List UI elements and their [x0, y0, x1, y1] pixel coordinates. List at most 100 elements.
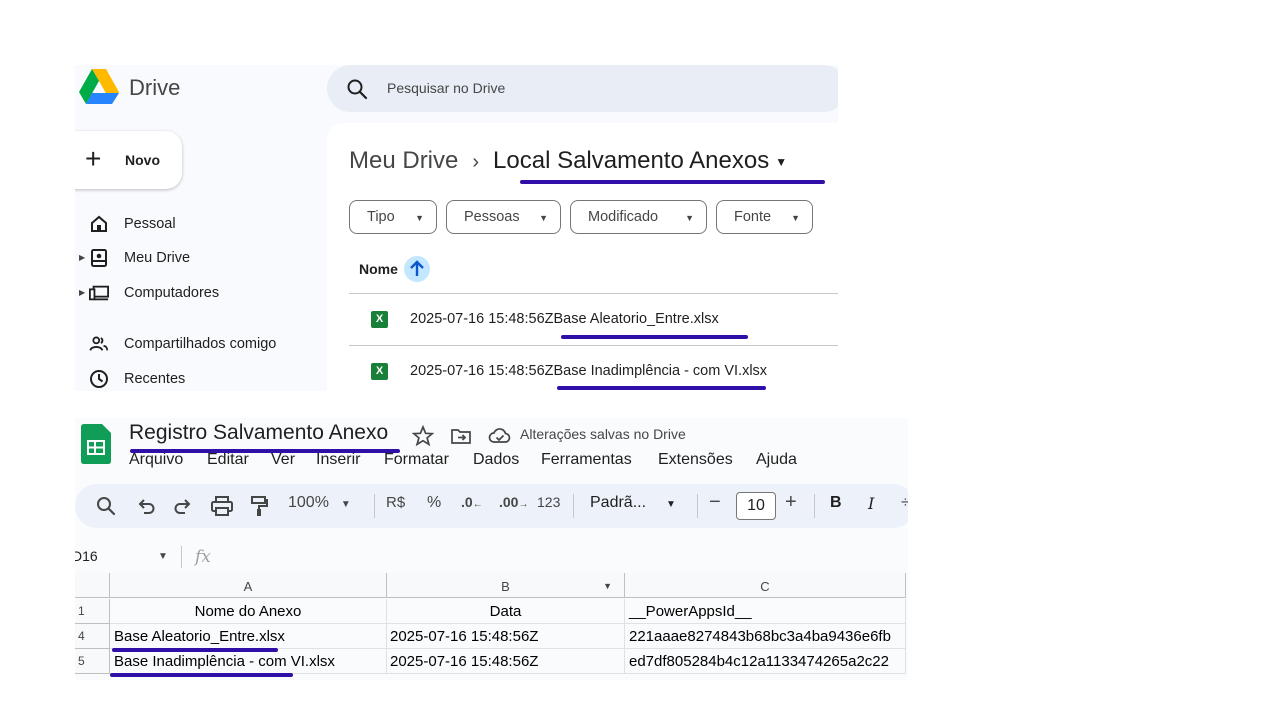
filter-chip-modificado[interactable]: Modificado ▼ [570, 200, 707, 234]
filter-dropdown-icon[interactable]: ▼ [603, 581, 612, 591]
table-cell[interactable]: Base Aleatorio_Entre.xlsx [110, 624, 387, 649]
search-menus-icon[interactable] [95, 494, 117, 518]
new-button[interactable]: + Novo [75, 131, 182, 189]
search-bar[interactable]: Pesquisar no Drive [327, 65, 838, 112]
italic-button[interactable]: I [868, 494, 874, 518]
format-currency-button[interactable]: R$ [386, 494, 405, 518]
sidebar-item-meu-drive[interactable]: ▶ Meu Drive [75, 245, 325, 273]
column-header-c[interactable]: C [625, 573, 906, 598]
name-box[interactable]: D16 [75, 548, 98, 564]
excel-icon: X [371, 363, 388, 380]
menu-ferramentas[interactable]: Ferramentas [541, 451, 632, 469]
number-format-button[interactable]: 123 [537, 494, 560, 518]
toolbar-divider [814, 494, 815, 518]
menu-formatar[interactable]: Formatar [384, 451, 449, 469]
name-column-header[interactable]: Nome [359, 261, 398, 277]
star-icon[interactable] [412, 425, 434, 447]
row-header[interactable]: 1 [75, 599, 110, 624]
sidebar-item-pessoal[interactable]: Pessoal [75, 211, 325, 239]
chevron-down-icon[interactable]: ▼ [158, 551, 168, 562]
toolbar-divider [573, 494, 574, 518]
new-button-label: Novo [125, 152, 160, 168]
table-cell[interactable]: Nome do Anexo [110, 599, 387, 624]
table-cell[interactable]: 221aaae8274843b68bc3a4ba9436e6fb [625, 624, 906, 649]
people-icon [89, 336, 109, 351]
filter-chip-pessoas[interactable]: Pessoas ▼ [446, 200, 561, 234]
menu-ajuda[interactable]: Ajuda [756, 451, 797, 469]
highlight-underline [520, 180, 825, 184]
zoom-value: 100% [288, 494, 329, 511]
paint-format-icon[interactable] [248, 494, 270, 518]
formula-bar: D16 ▼ fx [75, 542, 908, 572]
sidebar-item-label: Recentes [124, 371, 186, 387]
breadcrumb-root[interactable]: Meu Drive [349, 147, 458, 174]
table-cell[interactable]: Data [387, 599, 625, 624]
menu-dados[interactable]: Dados [473, 451, 519, 469]
decrease-decimal-label: .0 [461, 494, 473, 510]
breadcrumb-current-folder[interactable]: Local Salvamento Anexos [493, 147, 769, 174]
bold-button[interactable]: B [830, 494, 842, 518]
select-all-corner[interactable] [75, 573, 110, 598]
search-input[interactable]: Pesquisar no Drive [387, 80, 505, 96]
column-header-a[interactable]: A [110, 573, 387, 598]
expand-caret-icon[interactable]: ▶ [79, 288, 85, 297]
arrow-up-icon [410, 260, 424, 276]
menu-arquivo[interactable]: Arquivo [129, 451, 183, 469]
toolbar: 100% ▼ R$ % .0← .00→ 123 Padrã... ▼ − 10 +… [75, 484, 908, 528]
toolbar-divider [697, 494, 698, 518]
undo-icon[interactable] [135, 494, 157, 518]
file-name: 2025-07-16 15:48:56ZBase Aleatorio_Entre… [410, 311, 719, 327]
sort-ascending-button[interactable] [404, 256, 430, 282]
table-cell[interactable]: 2025-07-16 15:48:56Z [387, 649, 625, 674]
file-name: 2025-07-16 15:48:56ZBase Inadimplência -… [410, 363, 768, 379]
file-row[interactable]: X 2025-07-16 15:48:56ZBase Inadimplência… [349, 346, 838, 391]
decrease-decimal-button[interactable]: .0← [461, 494, 483, 518]
excel-icon: X [371, 311, 388, 328]
font-size-input[interactable]: 10 [736, 492, 776, 520]
decrease-font-size-button[interactable]: − [709, 491, 721, 515]
drive-window: Drive Pesquisar no Drive + Novo Pessoal … [75, 65, 838, 391]
drive-logo-icon [79, 69, 119, 104]
chevron-down-icon[interactable]: ▼ [775, 155, 787, 169]
font-select[interactable]: Padrã... ▼ [590, 494, 676, 518]
strikethrough-button[interactable]: ÷ [901, 494, 908, 518]
increase-decimal-label: .00 [499, 494, 519, 510]
filter-chip-label: Tipo [367, 209, 395, 225]
row-header[interactable]: 5 [75, 649, 110, 674]
redo-icon[interactable] [172, 494, 194, 518]
home-icon [91, 215, 107, 232]
table-cell[interactable]: __PowerAppsId__ [625, 599, 906, 624]
sidebar-item-label: Compartilhados comigo [124, 336, 277, 352]
sidebar-item-recentes[interactable]: Recentes [75, 366, 325, 391]
document-title[interactable]: Registro Salvamento Anexo [129, 421, 388, 445]
increase-decimal-button[interactable]: .00→ [499, 494, 528, 518]
menu-inserir[interactable]: Inserir [316, 451, 360, 469]
table-cell[interactable]: 2025-07-16 15:48:56Z [387, 624, 625, 649]
format-percent-button[interactable]: % [427, 494, 441, 518]
row-header[interactable]: 4 [75, 624, 110, 649]
menu-ver[interactable]: Ver [271, 451, 295, 469]
expand-caret-icon[interactable]: ▶ [79, 253, 85, 262]
filter-chip-fonte[interactable]: Fonte ▼ [716, 200, 813, 234]
chevron-down-icon: ▼ [539, 213, 548, 223]
sheets-window: Registro Salvamento Anexo Alterações sal… [75, 418, 908, 680]
drive-title: Drive [129, 75, 181, 100]
cloud-saved-icon[interactable] [488, 425, 512, 447]
plus-icon: + [85, 143, 102, 174]
sidebar-item-computadores[interactable]: ▶ Computadores [75, 280, 325, 308]
menu-extensoes[interactable]: Extensões [658, 451, 733, 469]
print-icon[interactable] [210, 494, 234, 518]
table-cell[interactable]: ed7df805284b4c12a1133474265a2c22 [625, 649, 906, 674]
filter-chip-tipo[interactable]: Tipo ▼ [349, 200, 437, 234]
clock-icon [90, 370, 108, 388]
my-drive-icon [91, 249, 107, 267]
table-cell[interactable]: Base Inadimplência - com VI.xlsx [110, 649, 387, 674]
increase-font-size-button[interactable]: + [785, 491, 797, 515]
column-header-b[interactable]: B ▼ [387, 573, 625, 598]
highlight-underline [557, 386, 766, 390]
menu-editar[interactable]: Editar [207, 451, 249, 469]
zoom-select[interactable]: 100% ▼ [288, 494, 351, 518]
move-folder-icon[interactable] [450, 425, 472, 447]
sidebar-item-label: Meu Drive [124, 250, 191, 266]
sidebar-item-compartilhados[interactable]: Compartilhados comigo [75, 331, 325, 359]
